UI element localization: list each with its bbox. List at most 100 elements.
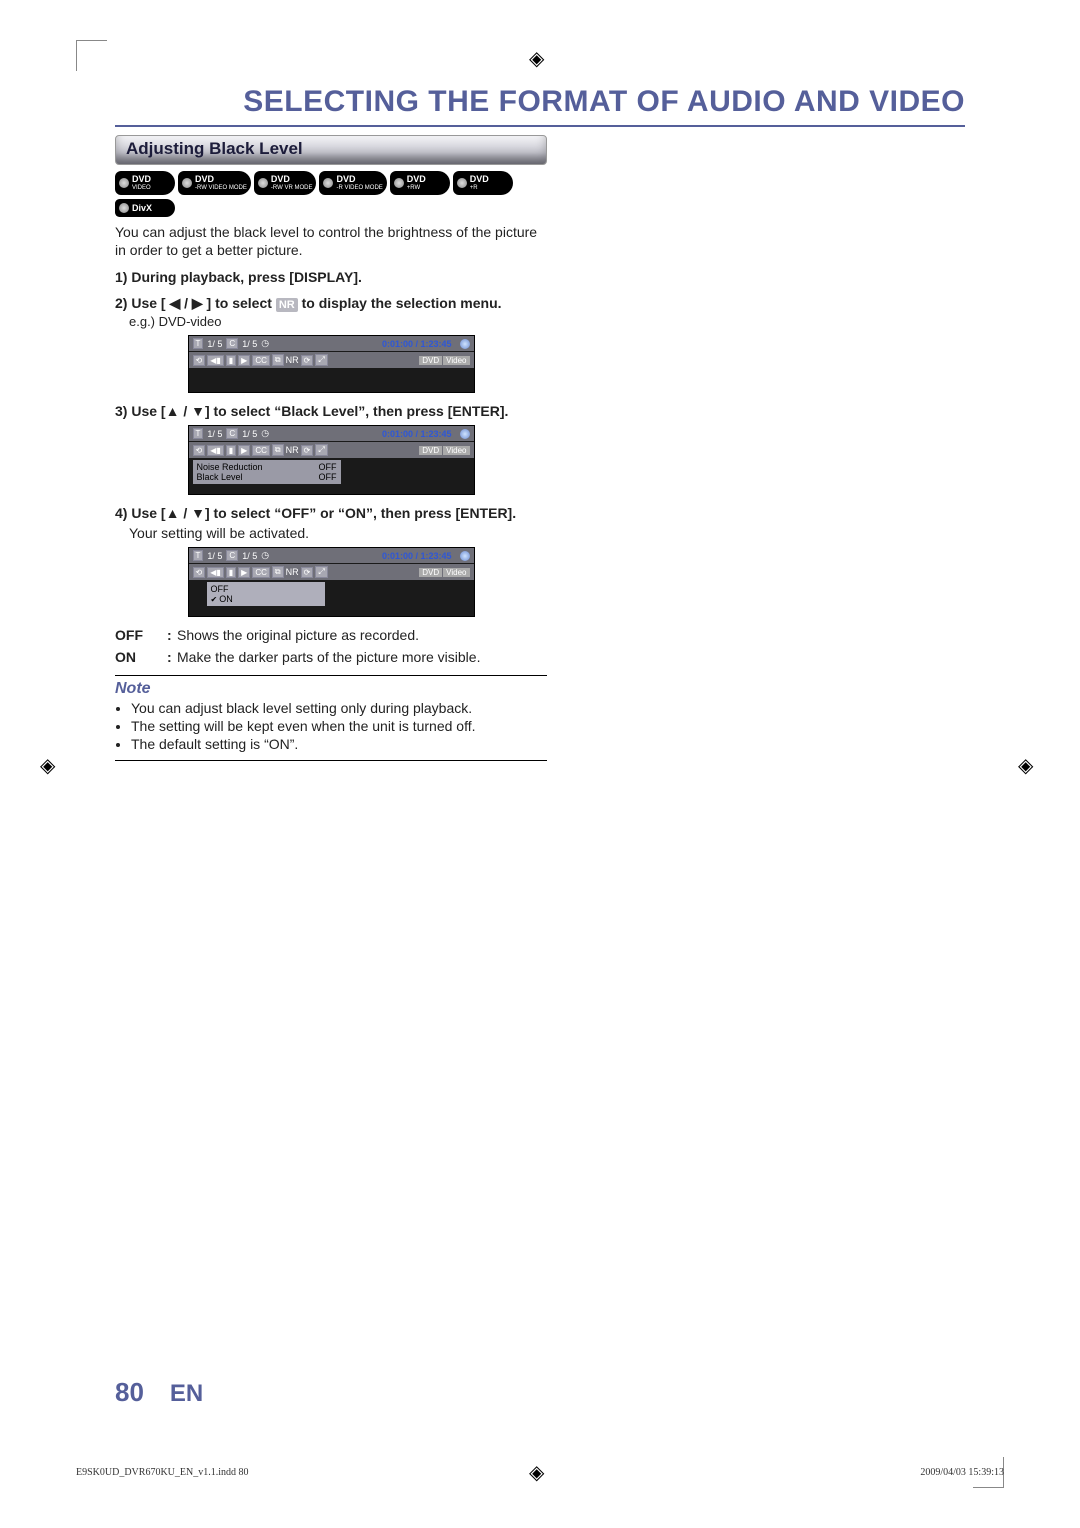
osd-icon-1: ◀▮ — [207, 445, 224, 456]
definitions: OFF : Shows the original picture as reco… — [115, 627, 547, 665]
osd2-settings-menu: Noise Reduction OFF Black Level OFF — [193, 460, 341, 484]
clock-icon: ◷ — [261, 428, 269, 439]
step-2: 2) Use [ ◀ / ▶ ] to select NR to display… — [115, 295, 547, 312]
def-on-value: Make the darker parts of the picture mor… — [177, 649, 547, 665]
osd2-icon-bar: ⟲ ◀▮ ▮ ▶ CC ⧉ NR ⟳ ⤢ DVDVideo — [189, 442, 474, 458]
osd-title-count: 1/ 5 — [207, 551, 222, 561]
page-footer: 80 EN — [115, 1377, 965, 1408]
osd3-icon-bar: ⟲ ◀▮ ▮ ▶ CC ⧉ NR ⟳ ⤢ DVDVideo — [189, 564, 474, 580]
osd-icon-0: ⟲ — [193, 567, 206, 578]
note-list: You can adjust black level setting only … — [115, 700, 547, 752]
osd1-info-bar: T 1/ 5 C 1/ 5 ◷ 0:01:00 / 1:23:45 — [189, 336, 474, 351]
osd-time: 0:01:00 / 1:23:45 — [382, 339, 452, 349]
left-column: Adjusting Black Level DVDVIDEO DVD-RW VI… — [115, 135, 547, 761]
osd-icon-nr: NR — [286, 445, 299, 455]
osd-icon-8: ⤢ — [315, 444, 327, 456]
osd-black-level-label: Black Level — [197, 472, 243, 482]
step3-text-b: ] to select “Black Level”, then press [E… — [205, 403, 508, 419]
def-off: OFF : Shows the original picture as reco… — [115, 627, 547, 643]
osd-noise-reduction-value: OFF — [319, 462, 337, 472]
badge-dvd-plus-r: DVD+R — [453, 171, 513, 195]
osd-icon-7: ⟳ — [301, 355, 314, 366]
step4-text-a: 4) Use [ — [115, 505, 166, 521]
left-right-arrows-icon: ◀ / ▶ — [169, 295, 202, 311]
osd-screenshot-1: T 1/ 5 C 1/ 5 ◷ 0:01:00 / 1:23:45 ⟲ ◀▮ ▮… — [188, 335, 475, 393]
osd-icon-3: ▶ — [238, 567, 250, 578]
step-1: 1) During playback, press [DISPLAY]. — [115, 269, 547, 285]
up-down-arrows-icon: ▲ / ▼ — [166, 403, 205, 419]
note-box: Note You can adjust black level setting … — [115, 675, 547, 761]
section-heading: Adjusting Black Level — [115, 135, 547, 165]
osd-black-level-value: OFF — [319, 472, 337, 482]
step-4: 4) Use [▲ / ▼] to select “OFF” or “ON”, … — [115, 505, 547, 521]
osd-chapter-chip: C — [226, 338, 238, 349]
intro-text: You can adjust the black level to contro… — [115, 223, 547, 259]
step2-text-a: 2) Use [ — [115, 295, 169, 311]
osd-icon-2: ▮ — [226, 567, 236, 578]
page-content: SELECTING THE FORMAT OF AUDIO AND VIDEO … — [115, 85, 965, 1408]
osd-chapter-chip: C — [226, 550, 238, 561]
disc-badge-row-2: DivX — [115, 199, 547, 217]
osd-icon-4: CC — [252, 355, 270, 366]
osd-icon-3: ▶ — [238, 445, 250, 456]
osd-time: 0:01:00 / 1:23:45 — [382, 429, 452, 439]
def-on: ON : Make the darker parts of the pictur… — [115, 649, 547, 665]
osd-icon-5: ⧉ — [272, 444, 284, 456]
step2-text-c: to display the selection menu. — [298, 295, 502, 311]
osd-chapter-chip: C — [226, 428, 238, 439]
osd-icon-2: ▮ — [226, 445, 236, 456]
step-4-followup: Your setting will be activated. — [129, 525, 547, 541]
osd-icon-0: ⟲ — [193, 445, 206, 456]
badge-dvd-r-video: DVD-R VIDEO MODE — [319, 171, 386, 195]
note-item: The default setting is “ON”. — [131, 736, 547, 752]
osd-icon-1: ◀▮ — [207, 355, 224, 366]
registration-mark-top: ◈ — [529, 46, 551, 68]
osd-status-dot-icon — [460, 429, 470, 439]
osd-title-chip: T — [193, 338, 204, 349]
osd2-info-bar: T 1/ 5 C 1/ 5 ◷ 0:01:00 / 1:23:45 — [189, 426, 474, 441]
imprint-timestamp: 2009/04/03 15:39:13 — [920, 1467, 1004, 1478]
note-item: You can adjust black level setting only … — [131, 700, 547, 716]
page-number: 80 — [115, 1377, 144, 1408]
osd-chapter-count: 1/ 5 — [242, 339, 257, 349]
osd-icon-nr: NR — [286, 567, 299, 577]
def-colon: : — [167, 627, 177, 643]
step-3: 3) Use [▲ / ▼] to select “Black Level”, … — [115, 403, 547, 419]
osd-icon-8: ⤢ — [315, 566, 327, 578]
osd-icon-8: ⤢ — [315, 354, 327, 366]
step2-text-b: ] to select — [203, 295, 276, 311]
osd-screenshot-2: T 1/ 5 C 1/ 5 ◷ 0:01:00 / 1:23:45 ⟲ ◀▮ ▮… — [188, 425, 475, 495]
osd-icon-1: ◀▮ — [207, 567, 224, 578]
imprint-line: E9SK0UD_DVR670KU_EN_v1.1.indd 80 2009/04… — [76, 1467, 1004, 1478]
osd3-black-level-menu: OFF ON — [207, 582, 325, 606]
osd-icon-5: ⧉ — [272, 354, 284, 366]
osd-title-count: 1/ 5 — [207, 429, 222, 439]
imprint-file: E9SK0UD_DVR670KU_EN_v1.1.indd 80 — [76, 1467, 249, 1478]
osd-title-chip: T — [193, 428, 204, 439]
osd-status-dot-icon — [460, 339, 470, 349]
osd-icon-4: CC — [252, 445, 270, 456]
osd3-info-bar: T 1/ 5 C 1/ 5 ◷ 0:01:00 / 1:23:45 — [189, 548, 474, 563]
step3-text-a: 3) Use [ — [115, 403, 166, 419]
osd-chapter-count: 1/ 5 — [242, 429, 257, 439]
osd-icon-3: ▶ — [238, 355, 250, 366]
clock-icon: ◷ — [261, 338, 269, 349]
badge-dvd-rw-vr: DVD-RW VR MODE — [254, 171, 317, 195]
osd-icon-0: ⟲ — [193, 355, 206, 366]
osd-title-count: 1/ 5 — [207, 339, 222, 349]
osd-status-dot-icon — [460, 551, 470, 561]
badge-dvd-video: DVDVIDEO — [115, 171, 175, 195]
badge-dvd-plus-rw: DVD+RW — [390, 171, 450, 195]
osd-title-chip: T — [193, 550, 204, 561]
osd-noise-reduction-label: Noise Reduction — [197, 462, 263, 472]
title-rule — [115, 125, 965, 127]
note-item: The setting will be kept even when the u… — [131, 718, 547, 734]
osd-time: 0:01:00 / 1:23:45 — [382, 551, 452, 561]
osd-icon-7: ⟳ — [301, 445, 314, 456]
registration-mark-right: ◈ — [1018, 753, 1040, 775]
osd-screenshot-3: T 1/ 5 C 1/ 5 ◷ 0:01:00 / 1:23:45 ⟲ ◀▮ ▮… — [188, 547, 475, 617]
step-2-example: e.g.) DVD-video — [129, 314, 547, 329]
nr-chip-icon: NR — [276, 298, 298, 312]
osd-icon-nr: NR — [286, 355, 299, 365]
osd-media-tag: DVDVideo — [418, 567, 469, 577]
